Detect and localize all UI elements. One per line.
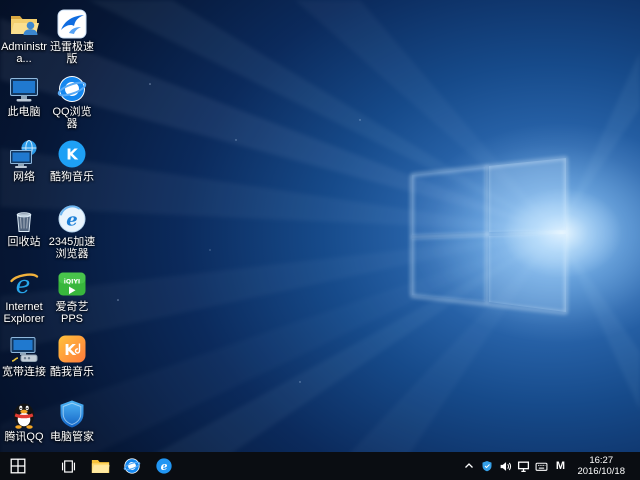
icon-label: 酷狗音乐 [50,171,94,183]
kugou-music-icon: K [56,138,88,170]
file-explorer-button[interactable] [84,452,116,480]
taskbar-empty-area [180,452,461,480]
desktop-icon-broadband[interactable]: 宽带连接 [0,329,48,394]
system-tray: M 16:27 2016/10/18 [461,452,640,480]
icon-label: 此电脑 [8,106,41,118]
desktop-icon-iqiyi-pps[interactable]: iQIYI 爱奇艺PPS [48,264,96,329]
desktop-icon-xunlei[interactable]: 迅雷极速版 [48,4,96,69]
desktop-icon-qq-browser[interactable]: QQ浏览器 [48,69,96,134]
icon-label: 酷我音乐 [50,366,94,378]
user-folder-icon [8,8,40,40]
security-tray-button[interactable] [479,453,495,479]
desktop-icon-kugou-music[interactable]: K 酷狗音乐 [48,134,96,199]
svg-text:e: e [66,210,77,231]
icon-label: 迅雷极速版 [48,41,96,65]
clock-time: 16:27 [577,455,625,466]
network-ethernet-icon [517,460,530,473]
xunlei-bird-icon [56,8,88,40]
iqiyi-pps-icon: iQIYI [56,268,88,300]
icon-label: Administra... [0,41,48,65]
svg-text:K: K [66,146,79,164]
file-explorer-icon [91,458,110,474]
pc-manager-shield-icon [56,398,88,430]
this-pc-monitor-icon [8,73,40,105]
start-button[interactable] [0,452,36,480]
desktop-icon-network[interactable]: 网络 [0,134,48,199]
wallpaper-windows-hero [0,0,640,480]
task-view-icon [60,458,77,475]
qq-penguin-icon [8,398,40,430]
keyboard-tray-button[interactable] [533,453,549,479]
icon-label: 电脑管家 [50,431,94,443]
clock-date: 2016/10/18 [577,466,625,477]
volume-tray-button[interactable] [497,453,513,479]
taskbar-gap [36,452,52,480]
input-method-indicator[interactable]: M [551,460,569,472]
desktop-screen: Administra... 迅雷极速版 此电脑 [0,0,640,480]
icon-label: 宽带连接 [2,366,46,378]
qq-browser-icon [123,457,141,475]
desktop-icon-recycle-bin[interactable]: 回收站 [0,199,48,264]
network-tray-button[interactable] [515,453,531,479]
internet-explorer-icon: e [8,268,40,300]
hidden-icons-button[interactable] [461,453,477,479]
icon-label: Internet Explorer [0,301,48,325]
icon-label: QQ浏览器 [48,106,96,130]
e-browser-icon: e [155,457,173,475]
touch-keyboard-icon [535,460,548,473]
desktop-icon-administrator[interactable]: Administra... [0,4,48,69]
chevron-up-icon [463,460,475,472]
desktop-icon-this-pc[interactable]: 此电脑 [0,69,48,134]
security-shield-icon [481,460,493,472]
broadband-connection-icon [8,333,40,365]
icon-label: 网络 [13,171,35,183]
desktop-icon-tencent-qq[interactable]: 腾讯QQ [0,394,48,459]
svg-text:e: e [161,460,168,473]
svg-text:iQIYI: iQIYI [64,279,80,286]
2345-browser-icon: e [56,203,88,235]
task-view-button[interactable] [52,452,84,480]
qq-browser-planet-icon [56,73,88,105]
taskbar-clock[interactable]: 16:27 2016/10/18 [571,455,631,477]
windows-start-icon [10,458,26,474]
desktop-icon-internet-explorer[interactable]: e Internet Explorer [0,264,48,329]
qq-browser-taskbar-button[interactable] [116,452,148,480]
kuwo-music-icon: K [56,333,88,365]
icon-label: 爱奇艺PPS [48,301,96,325]
recycle-bin-icon [8,203,40,235]
taskbar: e [0,452,640,480]
volume-icon [499,460,512,473]
network-globe-monitor-icon [8,138,40,170]
e-browser-taskbar-button[interactable]: e [148,452,180,480]
desktop-icon-kuwo-music[interactable]: K 酷我音乐 [48,329,96,394]
desktop-icon-grid: Administra... 迅雷极速版 此电脑 [0,4,96,459]
desktop-icon-2345-browser[interactable]: e 2345加速浏览器 [48,199,96,264]
icon-label: 回收站 [8,236,41,248]
icon-label: 2345加速浏览器 [48,236,96,260]
desktop-icon-pc-manager[interactable]: 电脑管家 [48,394,96,459]
icon-label: 腾讯QQ [4,431,43,443]
